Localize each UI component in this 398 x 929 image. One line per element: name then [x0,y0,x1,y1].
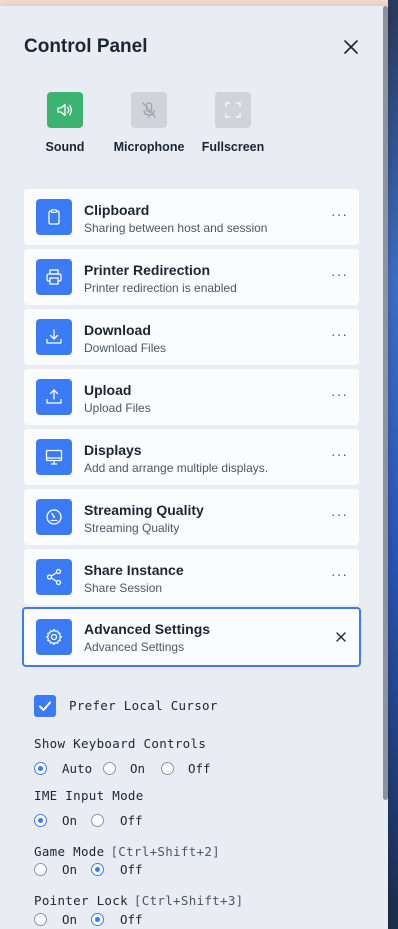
speedometer-icon-box [36,499,72,535]
close-icon [336,632,346,642]
microphone-button[interactable] [131,92,167,128]
item-title: Upload [84,382,132,398]
close-icon [344,40,358,54]
quick-action-microphone[interactable]: Microphone [104,92,194,154]
sound-button[interactable] [47,92,83,128]
microphone-label: Microphone [113,140,185,154]
list-item-share-instance[interactable]: Share Instance Share Session ··· [24,549,359,605]
collapse-advanced-button[interactable] [335,630,347,642]
list-item-printer-redirection[interactable]: Printer Redirection Printer redirection … [24,249,359,305]
game-mode-on-radio[interactable] [34,863,47,876]
monitor-icon-box [36,439,72,475]
game-mode-label: Game Mode [Ctrl+Shift+2] [34,844,220,859]
printer-icon-box [36,259,72,295]
item-title: Displays [84,442,142,458]
list-item-advanced-settings[interactable]: Advanced Settings Advanced Settings [22,607,361,667]
keyboard-controls-on-label[interactable]: On [130,761,145,776]
upload-icon [46,389,62,404]
background-desktop-strip [388,0,398,929]
printer-icon [46,269,62,285]
more-options-button[interactable]: ··· [331,206,348,222]
download-icon-box [36,319,72,355]
pointer-lock-on-label[interactable]: On [62,912,77,927]
item-subtitle: Download Files [84,341,167,355]
game-mode-title: Game Mode [34,844,105,859]
sound-label: Sound [45,140,85,154]
pointer-lock-label: Pointer Lock [Ctrl+Shift+3] [34,893,243,908]
pointer-lock-hotkey: [Ctrl+Shift+3] [133,893,244,908]
ime-on-label[interactable]: On [62,813,77,828]
more-options-button[interactable]: ··· [331,386,348,402]
more-options-button[interactable]: ··· [331,506,348,522]
ime-off-radio[interactable] [91,814,104,827]
more-options-button[interactable]: ··· [331,326,348,342]
pointer-lock-off-radio[interactable] [91,913,104,926]
fullscreen-button[interactable] [215,92,251,128]
clipboard-icon-box [36,199,72,235]
quick-action-fullscreen[interactable]: Fullscreen [188,92,278,154]
keyboard-controls-off-radio[interactable] [161,762,174,775]
item-title: Streaming Quality [84,502,204,518]
share-icon-box [36,559,72,595]
keyboard-controls-auto-radio[interactable] [34,762,47,775]
game-mode-hotkey: [Ctrl+Shift+2] [110,844,220,859]
prefer-local-cursor-label: Prefer Local Cursor [69,698,218,713]
ime-input-mode-label: IME Input Mode [34,788,144,803]
keyboard-controls-off-label[interactable]: Off [188,761,211,776]
share-icon [46,568,62,586]
keyboard-controls-auto-label[interactable]: Auto [62,761,92,776]
gear-icon [45,628,63,646]
fullscreen-label: Fullscreen [201,140,265,154]
more-options-button[interactable]: ··· [331,446,348,462]
monitor-icon [45,449,63,465]
download-icon [46,329,62,344]
microphone-muted-icon [142,102,156,118]
close-panel-button[interactable] [340,36,362,58]
speedometer-icon [46,509,62,525]
upload-icon-box [36,379,72,415]
list-item-clipboard[interactable]: Clipboard Sharing between host and sessi… [24,189,359,245]
game-mode-on-label[interactable]: On [62,862,77,877]
panel-scrollbar[interactable] [383,6,388,800]
item-subtitle: Printer redirection is enabled [84,281,237,295]
item-title: Share Instance [84,562,184,578]
pointer-lock-off-label[interactable]: Off [120,912,143,927]
clipboard-icon [48,209,60,225]
item-subtitle: Upload Files [84,401,151,415]
speaker-icon [57,103,72,117]
item-title: Download [84,322,151,338]
list-item-displays[interactable]: Displays Add and arrange multiple displa… [24,429,359,485]
panel-title: Control Panel [24,36,148,57]
pointer-lock-on-radio[interactable] [34,913,47,926]
item-subtitle: Share Session [84,581,163,595]
item-subtitle: Sharing between host and session [84,221,268,235]
pointer-lock-title: Pointer Lock [34,893,128,908]
control-panel: Control Panel Sound Microphone Fullscree… [0,6,388,929]
item-title: Printer Redirection [84,262,211,278]
item-title: Advanced Settings [84,621,211,637]
item-title: Clipboard [84,202,150,218]
ime-off-label[interactable]: Off [120,813,143,828]
item-subtitle: Advanced Settings [84,640,185,654]
list-item-upload[interactable]: Upload Upload Files ··· [24,369,359,425]
ime-on-radio[interactable] [34,814,47,827]
game-mode-off-radio[interactable] [91,863,104,876]
keyboard-controls-label: Show Keyboard Controls [34,736,207,751]
fullscreen-icon [225,102,241,118]
more-options-button[interactable]: ··· [331,566,348,582]
game-mode-off-label[interactable]: Off [120,862,143,877]
list-item-download[interactable]: Download Download Files ··· [24,309,359,365]
item-subtitle: Add and arrange multiple displays. [84,461,269,475]
more-options-button[interactable]: ··· [331,266,348,282]
list-item-streaming-quality[interactable]: Streaming Quality Streaming Quality ··· [24,489,359,545]
checkmark-icon [39,701,51,711]
prefer-local-cursor-checkbox[interactable] [34,695,56,717]
keyboard-controls-on-radio[interactable] [103,762,116,775]
item-subtitle: Streaming Quality [84,521,180,535]
quick-action-sound[interactable]: Sound [20,92,110,154]
gear-icon-box [36,619,72,655]
